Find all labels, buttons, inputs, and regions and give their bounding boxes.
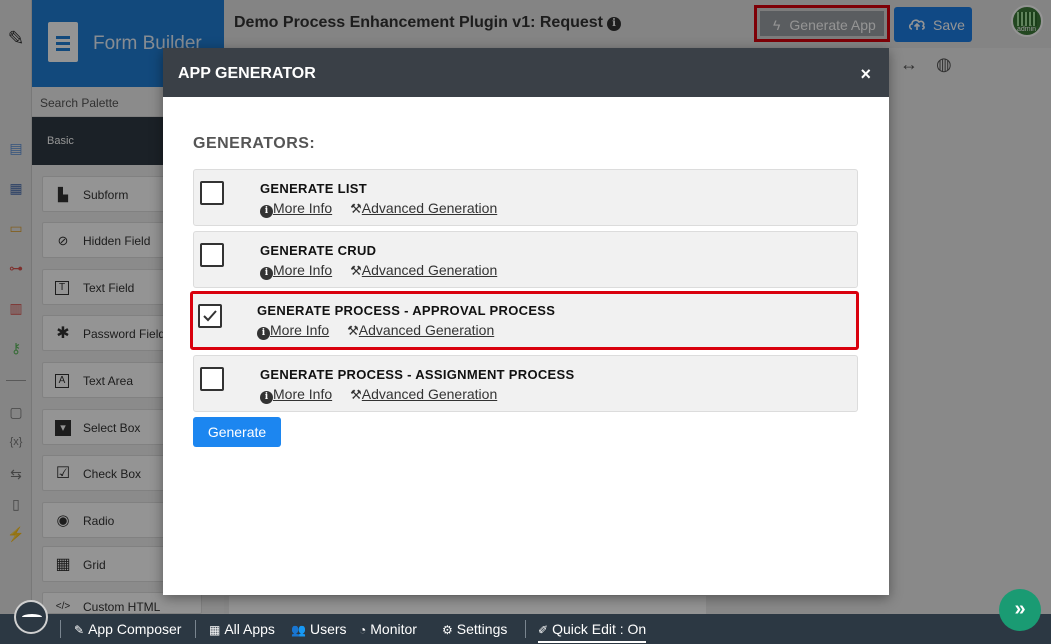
bottom-bar: ✎ App Composer ▦ All Apps 👥 Users ◔ Monitor … bbox=[0, 600, 1051, 644]
generator-title: GENERATE PROCESS - APPROVAL PROCESS bbox=[257, 303, 556, 318]
app-generator-modal: APP GENERATOR × GENERATORS: GENERATE LIS… bbox=[163, 48, 889, 595]
users-icon: 👥 bbox=[291, 623, 306, 637]
close-icon[interactable]: × bbox=[860, 64, 871, 85]
divider bbox=[60, 620, 61, 638]
bottombar-label: Monitor bbox=[370, 621, 417, 637]
bottombar-label: Users bbox=[309, 621, 347, 637]
more-info-link[interactable]: More Info bbox=[273, 386, 332, 402]
bottombar-quick-edit[interactable]: ✐ Quick Edit : On bbox=[538, 621, 647, 643]
generator-links: i More Info ⚒Advanced Generation bbox=[260, 262, 497, 280]
logo-icon[interactable] bbox=[14, 600, 48, 634]
generator-checkbox[interactable] bbox=[200, 243, 224, 267]
info-icon: i bbox=[257, 327, 270, 340]
more-info-link[interactable]: More Info bbox=[273, 262, 332, 278]
bottombar-monitor[interactable]: ◔ Monitor bbox=[359, 621, 417, 637]
generator-checkbox[interactable] bbox=[200, 181, 224, 205]
more-info-link[interactable]: More Info bbox=[273, 200, 332, 216]
magic-wand-icon: ⚒ bbox=[350, 263, 362, 278]
generator-links: i More Info ⚒Advanced Generation bbox=[260, 386, 497, 404]
divider bbox=[195, 620, 196, 638]
brush-icon: ✐ bbox=[538, 623, 549, 637]
advanced-generation-link[interactable]: Advanced Generation bbox=[362, 386, 497, 402]
bottombar-label: Quick Edit : On bbox=[552, 621, 647, 637]
generator-row-crud[interactable]: GENERATE CRUD i More Info ⚒Advanced Genera… bbox=[193, 231, 858, 288]
generator-checkbox[interactable] bbox=[200, 367, 224, 391]
divider bbox=[525, 620, 526, 638]
generators-heading: GENERATORS: bbox=[193, 135, 316, 152]
more-info-link[interactable]: More Info bbox=[270, 322, 329, 338]
advanced-generation-link[interactable]: Advanced Generation bbox=[362, 262, 497, 278]
generator-title: GENERATE CRUD bbox=[260, 243, 377, 258]
bottombar-all-apps[interactable]: ▦ All Apps bbox=[209, 621, 275, 637]
generator-row-approval-process[interactable]: GENERATE PROCESS - APPROVAL PROCESS i Mor… bbox=[190, 291, 859, 350]
bottombar-label: All Apps bbox=[224, 621, 275, 637]
gears-icon: ⚙ bbox=[442, 623, 453, 637]
advanced-generation-link[interactable]: Advanced Generation bbox=[362, 200, 497, 216]
info-icon: i bbox=[260, 205, 273, 218]
modal-header: APP GENERATOR × bbox=[163, 48, 889, 97]
bottombar-label: App Composer bbox=[88, 621, 182, 637]
bottombar-users[interactable]: 👥 Users bbox=[291, 621, 347, 637]
generator-links: i More Info ⚒Advanced Generation bbox=[260, 200, 497, 218]
magic-wand-icon: ⚒ bbox=[347, 323, 359, 338]
generator-title: GENERATE PROCESS - ASSIGNMENT PROCESS bbox=[260, 367, 575, 382]
gauge-icon: ◔ bbox=[359, 623, 367, 637]
generate-button[interactable]: Generate bbox=[193, 417, 281, 447]
generator-links: i More Info ⚒Advanced Generation bbox=[257, 322, 494, 340]
expand-fab-button[interactable]: » bbox=[999, 589, 1041, 631]
bottombar-app-composer[interactable]: ✎ App Composer bbox=[74, 621, 181, 637]
advanced-generation-link[interactable]: Advanced Generation bbox=[359, 322, 494, 338]
magic-wand-icon: ⚒ bbox=[350, 201, 362, 216]
bottombar-settings[interactable]: ⚙ Settings bbox=[442, 621, 507, 637]
info-icon: i bbox=[260, 267, 273, 280]
magic-wand-icon: ⚒ bbox=[350, 387, 362, 402]
generator-checkbox-checked[interactable] bbox=[198, 304, 222, 328]
info-icon: i bbox=[260, 391, 273, 404]
generator-row-list[interactable]: GENERATE LIST i More Info ⚒Advanced Genera… bbox=[193, 169, 858, 226]
bottombar-label: Settings bbox=[456, 621, 508, 637]
modal-title: APP GENERATOR bbox=[178, 65, 316, 82]
edit-icon: ✎ bbox=[74, 623, 85, 637]
checkmark-icon bbox=[203, 310, 217, 322]
generator-row-assignment-process[interactable]: GENERATE PROCESS - ASSIGNMENT PROCESS iM… bbox=[193, 355, 858, 412]
generator-title: GENERATE LIST bbox=[260, 181, 367, 196]
grid-icon: ▦ bbox=[209, 623, 221, 637]
